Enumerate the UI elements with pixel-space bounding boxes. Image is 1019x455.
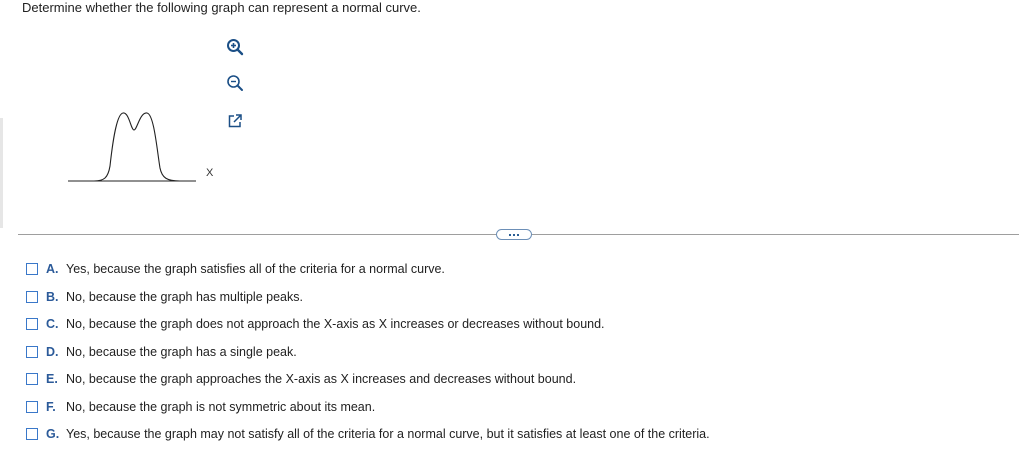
option-checkbox[interactable] [26,263,38,275]
popout-icon [228,114,242,128]
option-checkbox[interactable] [26,345,38,358]
zoom-in-button[interactable] [224,36,246,58]
option-text: Yes, because the graph satisfies all of … [66,262,445,276]
bimodal-curve-graph: X [68,112,214,182]
answer-option-f[interactable]: F. No, because the graph is not symmetri… [26,400,710,428]
answer-option-g[interactable]: G. Yes, because the graph may not satisf… [26,427,710,455]
answer-option-e[interactable]: E. No, because the graph approaches the … [26,372,710,400]
option-letter: A. [46,262,59,276]
option-checkbox[interactable] [26,373,38,385]
option-text: No, because the graph approaches the X-a… [66,372,577,386]
option-checkbox[interactable] [26,428,38,440]
answer-options: A. Yes, because the graph satisfies all … [26,262,710,455]
curve-path [68,112,181,182]
answer-option-d[interactable]: D. No, because the graph has a single pe… [26,345,710,373]
option-letter: F. [46,399,56,414]
popout-button[interactable] [224,110,246,132]
ellipsis-icon [517,233,519,236]
more-options-button[interactable] [496,229,532,240]
left-edge-bar [0,118,3,228]
answer-option-b[interactable]: B. No, because the graph has multiple pe… [26,290,710,318]
option-checkbox[interactable] [26,290,38,303]
answer-option-c[interactable]: C. No, because the graph does not approa… [26,317,710,345]
answer-option-a[interactable]: A. Yes, because the graph satisfies all … [26,262,710,290]
option-checkbox[interactable] [26,318,38,330]
question-prompt: Determine whether the following graph ca… [22,0,421,15]
option-checkbox[interactable] [26,400,38,413]
option-letter: B. [46,289,59,304]
zoom-in-icon [227,39,244,56]
zoom-out-button[interactable] [224,72,246,94]
option-letter: E. [46,372,58,386]
option-text: Yes, because the graph may not satisfy a… [66,427,710,441]
option-letter: C. [46,317,59,331]
option-letter: G. [46,427,60,441]
option-text: No, because the graph has multiple peaks… [66,289,303,304]
option-text: No, because the graph is not symmetric a… [66,399,376,414]
zoom-out-icon [227,75,243,91]
option-text: No, because the graph does not approach … [66,317,605,331]
ellipsis-icon [509,233,511,236]
x-axis-label: X [206,167,214,179]
option-text: No, because the graph has a single peak. [66,344,297,359]
ellipsis-icon [513,233,515,236]
option-letter: D. [46,344,59,359]
